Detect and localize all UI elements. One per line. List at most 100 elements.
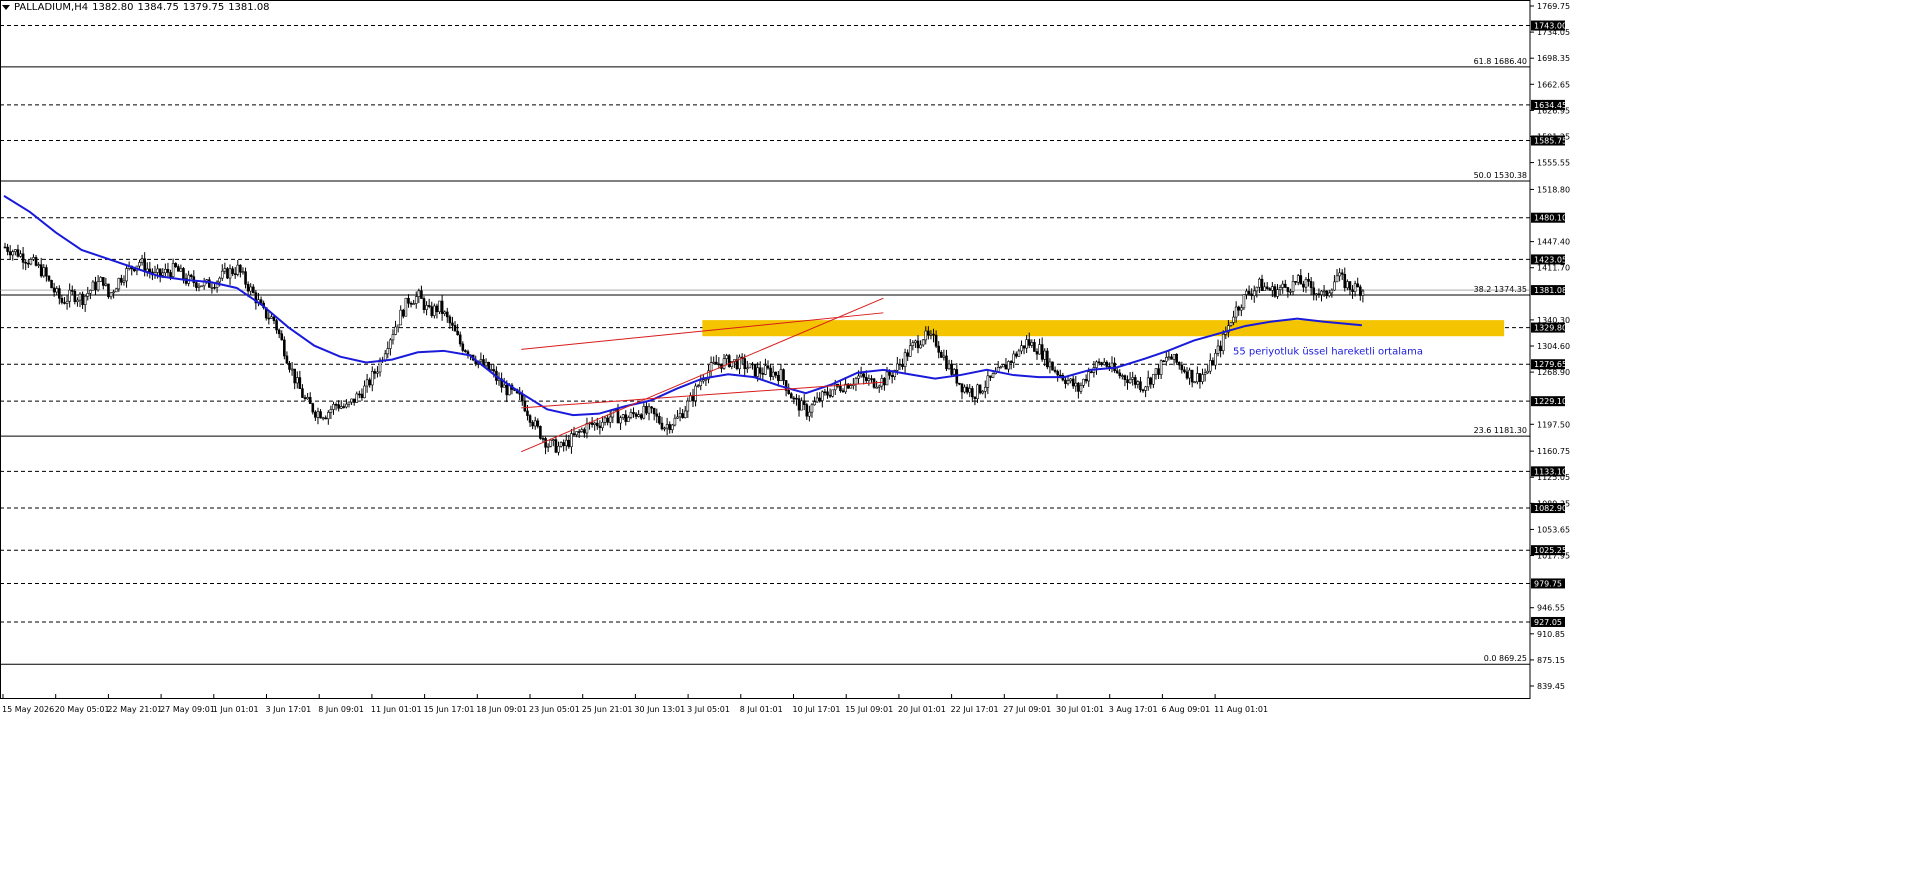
time-tick-label: 8 Jul 01:01 [740, 705, 783, 714]
candle-body [616, 409, 620, 424]
candle-body [288, 362, 291, 370]
candle-body [650, 406, 653, 409]
time-tick-label: 11 Jun 01:01 [371, 705, 422, 714]
candle-body [19, 253, 22, 257]
candle-body [1014, 353, 1018, 357]
candle-body [169, 272, 172, 277]
candle-body [164, 269, 167, 274]
candle-body [624, 414, 628, 422]
candle-body [489, 369, 493, 371]
candle-body [6, 246, 9, 252]
candle-body [189, 274, 193, 277]
candle-body [782, 369, 785, 381]
candle-body [174, 263, 178, 267]
candle-body [528, 415, 532, 423]
candle-body [1025, 339, 1028, 349]
candle-body [1090, 371, 1093, 374]
candle-body [1276, 289, 1279, 297]
candle-body [1004, 364, 1008, 370]
candle-body [531, 422, 534, 427]
candles-group [3, 242, 1365, 456]
symbol-name: PALLADIUM,H4 [14, 2, 89, 13]
time-tick-label: 8 Jun 09:01 [318, 705, 364, 714]
candle-body [1118, 372, 1122, 377]
candle-body [1064, 379, 1067, 384]
ohlc-low: 1379.75 [182, 2, 225, 13]
candle-body [394, 326, 397, 335]
candle-body [580, 429, 584, 432]
candle-body [220, 270, 224, 279]
candle-body [903, 352, 907, 367]
candle-body [1012, 353, 1016, 363]
time-tick-label: 18 Jun 09:01 [476, 705, 527, 714]
supply-zone[interactable] [702, 320, 1505, 337]
candle-body [828, 394, 832, 397]
candle-body [65, 300, 69, 304]
candle-body [1053, 369, 1057, 372]
candle-body [769, 367, 772, 377]
candle-body [1095, 361, 1098, 368]
candle-body [226, 268, 229, 279]
candle-body [552, 439, 555, 441]
candle-body [621, 414, 625, 419]
ema55-line[interactable] [3, 195, 1362, 417]
candle-body [484, 361, 488, 367]
candle-body [370, 371, 374, 386]
candle-body [937, 345, 941, 353]
price-tick-label: 1304.60 [1537, 342, 1570, 351]
candle-body [63, 302, 66, 304]
candle-body [104, 283, 108, 286]
candle-body [239, 264, 242, 273]
candle-body [1232, 316, 1235, 323]
candle-body [683, 410, 687, 419]
time-tick-label: 30 Jul 01:01 [1056, 705, 1104, 714]
time-tick-label: 20 Jul 01:01 [898, 705, 946, 714]
level-price-label: 1423.05 [1534, 255, 1567, 264]
candle-body [461, 343, 465, 351]
candle-body [753, 363, 757, 377]
ohlc-open: 1382.80 [92, 2, 134, 13]
candle-body [1196, 373, 1199, 383]
candle-body [407, 297, 410, 304]
candle-body [368, 379, 371, 386]
candle-body [430, 306, 434, 316]
candle-body [875, 386, 878, 389]
candle-body [1082, 378, 1085, 386]
candle-body [120, 277, 123, 283]
time-tick-label: 15 Jun 17:01 [424, 705, 475, 714]
candle-body [329, 409, 333, 413]
candle-body [8, 251, 12, 256]
time-tick-label: 23 Jun 05:01 [529, 705, 580, 714]
candle-body [306, 397, 309, 400]
candle-body [39, 264, 43, 277]
candle-body [101, 277, 105, 286]
candle-body [942, 355, 946, 358]
candle-body [1203, 372, 1207, 375]
candle-body [1066, 380, 1070, 384]
candle-body [1035, 351, 1039, 355]
level-price-label: 1133.10 [1534, 467, 1567, 476]
candle-body [161, 272, 165, 276]
fibonacci-label: 38.2 1374.35 [1474, 285, 1527, 294]
price-chart[interactable]: 1769.751734.051698.351662.651626.951591.… [0, 0, 1916, 888]
candle-body [854, 378, 858, 385]
candle-body [1317, 293, 1321, 296]
candle-body [1131, 377, 1134, 380]
time-tick-label: 1 Jun 01:01 [213, 705, 259, 714]
fibonacci-label: 0.0 869.25 [1484, 654, 1527, 663]
candle-body [70, 289, 74, 292]
candle-body [52, 287, 56, 293]
candle-body [1185, 371, 1189, 379]
candle-body [652, 407, 656, 415]
candle-body [637, 414, 640, 417]
candle-body [1201, 374, 1204, 382]
candle-body [112, 291, 115, 294]
candle-body [1097, 361, 1101, 364]
candle-body [21, 253, 25, 263]
candle-body [1216, 345, 1220, 354]
candle-body [971, 388, 974, 398]
time-tick-label: 30 Jun 13:01 [634, 705, 685, 714]
candle-body [1294, 281, 1297, 283]
collapse-triangle-icon[interactable] [2, 4, 10, 10]
candle-body [1343, 273, 1347, 289]
